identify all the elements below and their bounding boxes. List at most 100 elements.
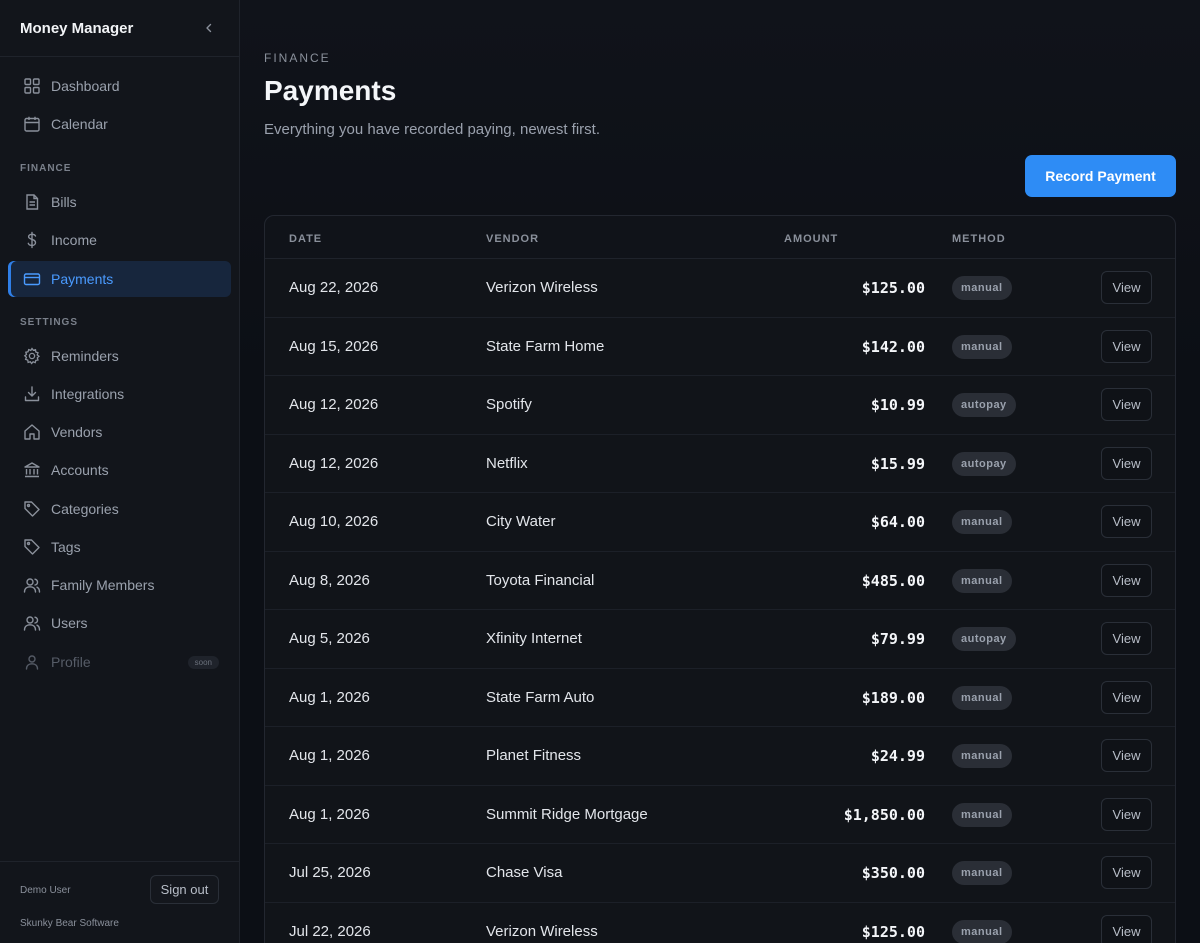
brand-row: Money Manager: [0, 0, 239, 57]
sidebar-item-calendar[interactable]: Calendar: [8, 106, 231, 142]
payment-method-badge: manual: [952, 276, 1012, 300]
table-row: Aug 1, 2026 Summit Ridge Mortgage $1,850.0…: [265, 785, 1175, 844]
bank-icon: [22, 460, 42, 480]
dashboard-grid-icon: [22, 76, 42, 96]
view-payment-button[interactable]: View: [1101, 329, 1152, 363]
table-header: DATE VENDOR AMOUNT METHOD: [265, 216, 1175, 259]
chevron-left-icon: [206, 23, 212, 33]
payment-vendor: Planet Fitness: [486, 747, 582, 764]
view-payment-button[interactable]: View: [1101, 680, 1152, 714]
collapse-sidebar-button[interactable]: [199, 18, 219, 38]
payment-method-badge: manual: [952, 685, 1012, 710]
sign-out-button[interactable]: Sign out: [150, 875, 219, 904]
payment-amount: $125.00: [861, 922, 925, 941]
payment-vendor: State Farm Auto: [486, 688, 595, 706]
column-header-method: METHOD: [952, 233, 1006, 245]
view-payment-button[interactable]: View: [1101, 856, 1152, 889]
table-row: Aug 12, 2026 Spotify $10.99 autopay View: [265, 376, 1175, 435]
table-row: Jul 22, 2026 Verizon Wireless $125.00 manua…: [265, 902, 1175, 943]
payment-vendor: State Farm Home: [486, 337, 605, 355]
sidebar-item-accounts[interactable]: Accounts: [8, 452, 231, 488]
payment-date: Aug 12, 2026: [289, 454, 379, 472]
sidebar-item-integrations[interactable]: Integrations: [8, 376, 231, 412]
payment-method-badge: autopay: [952, 451, 1016, 476]
payment-date: Aug 5, 2026: [289, 630, 370, 647]
sidebar-item-bills[interactable]: Bills: [8, 184, 231, 220]
sidebar: Money Manager Dashboard Calendar FINANCE…: [0, 0, 240, 943]
column-header-date: DATE: [289, 233, 323, 245]
soon-badge: soon: [187, 656, 219, 669]
payment-vendor: Chase Visa: [486, 864, 563, 881]
record-payment-button[interactable]: Record Payment: [1025, 155, 1176, 197]
table-row: Aug 8, 2026 Toyota Financial $485.00 manual…: [265, 551, 1175, 610]
calendar-icon: [22, 114, 42, 134]
sidebar-item-label: Bills: [51, 194, 77, 210]
sidebar-item-label: Categories: [51, 501, 119, 517]
tag-icon: [22, 537, 42, 557]
gear-icon: [22, 346, 42, 366]
table-row: Jul 25, 2026 Chase Visa $350.00 manual View: [265, 844, 1175, 903]
sidebar-item-dashboard[interactable]: Dashboard: [8, 68, 231, 104]
sidebar-item-label: Income: [51, 232, 97, 248]
view-payment-button[interactable]: View: [1101, 563, 1152, 597]
sidebar-item-tags[interactable]: Tags: [8, 529, 231, 565]
sidebar-item-vendors[interactable]: Vendors: [8, 414, 231, 450]
payment-amount: $142.00: [861, 337, 925, 356]
download-icon: [22, 384, 42, 404]
table-row: Aug 12, 2026 Netflix $15.99 autopay View: [265, 434, 1175, 493]
payment-date: Aug 15, 2026: [289, 337, 379, 355]
sidebar-item-label: Calendar: [51, 116, 108, 132]
sidebar-item-categories[interactable]: Categories: [8, 491, 231, 527]
sidebar-item-payments[interactable]: Payments: [8, 261, 231, 297]
payment-method-badge: manual: [952, 510, 1012, 534]
payment-method-badge: manual: [952, 744, 1012, 768]
payment-amount: $1,850.00: [843, 805, 925, 824]
payment-amount: $79.99: [870, 630, 925, 648]
users-icon: [22, 613, 42, 633]
payment-date: Aug 12, 2026: [289, 396, 379, 413]
company-name: Skunky Bear Software: [20, 918, 119, 929]
view-payment-button[interactable]: View: [1101, 271, 1152, 304]
payment-amount: $125.00: [861, 279, 925, 297]
table-row: Aug 5, 2026 Xfinity Internet $79.99 autopay…: [265, 610, 1175, 669]
sidebar-item-family-members[interactable]: Family Members: [8, 567, 231, 603]
table-row: Aug 15, 2026 State Farm Home $142.00 manual…: [265, 317, 1175, 376]
sidebar-item-label: Profile: [51, 654, 91, 670]
table-row: Aug 10, 2026 City Water $64.00 manual View: [265, 493, 1175, 552]
sidebar-item-label: Tags: [51, 539, 81, 555]
sidebar-item-income[interactable]: Income: [8, 222, 231, 258]
view-payment-button[interactable]: View: [1101, 797, 1152, 831]
view-payment-button[interactable]: View: [1101, 914, 1152, 943]
payment-amount: $350.00: [861, 864, 925, 882]
table-row: Aug 22, 2026 Verizon Wireless $125.00 manua…: [265, 259, 1175, 318]
sidebar-item-users[interactable]: Users: [8, 605, 231, 641]
view-payment-button[interactable]: View: [1101, 622, 1152, 655]
payment-vendor: Summit Ridge Mortgage: [486, 805, 648, 823]
view-payment-button[interactable]: View: [1101, 739, 1152, 772]
sidebar-item-label: Dashboard: [51, 78, 120, 94]
payment-date: Aug 22, 2026: [289, 279, 379, 296]
payment-date: Aug 1, 2026: [289, 747, 370, 764]
payment-vendor: Netflix: [486, 454, 528, 472]
view-payment-button[interactable]: View: [1101, 388, 1152, 421]
table-row: Aug 1, 2026 State Farm Auto $189.00 manual V…: [265, 668, 1175, 727]
payment-amount: $24.99: [870, 747, 925, 765]
payment-vendor: Spotify: [486, 396, 532, 413]
sidebar-footer: Demo User Sign out Skunky Bear Software: [0, 861, 240, 943]
view-payment-button[interactable]: View: [1101, 446, 1152, 480]
document-icon: [22, 192, 42, 212]
view-payment-button[interactable]: View: [1101, 505, 1152, 538]
app-title: Money Manager: [20, 19, 134, 37]
payment-method-badge: manual: [952, 861, 1012, 885]
payment-method-badge: manual: [952, 334, 1012, 359]
table-row: Aug 1, 2026 Planet Fitness $24.99 manual Vie…: [265, 727, 1175, 786]
sidebar-item-reminders[interactable]: Reminders: [8, 338, 231, 374]
column-header-vendor: VENDOR: [486, 233, 540, 245]
dollar-icon: [22, 230, 42, 250]
payment-date: Aug 8, 2026: [289, 571, 370, 589]
payment-vendor: Verizon Wireless: [486, 922, 598, 940]
sidebar-item-label: Vendors: [51, 424, 103, 440]
payment-date: Aug 10, 2026: [289, 513, 379, 530]
payment-date: Jul 25, 2026: [289, 864, 371, 881]
nav-section-settings: SETTINGS: [20, 317, 79, 328]
